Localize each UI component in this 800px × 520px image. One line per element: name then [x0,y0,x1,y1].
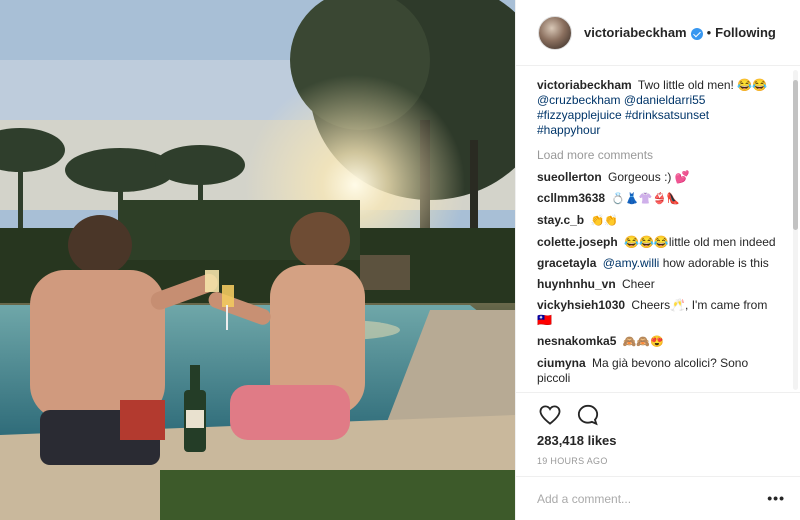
comment-text: 👏👏 [590,215,618,227]
post-header: victoriabeckham • Following [516,0,800,66]
comment-text: Gorgeous :) 💕 [608,170,690,184]
post-photo-illustration [0,0,515,520]
comment-username[interactable]: ciumyna [537,356,586,370]
post-caption: victoriabeckham Two little old men! 😂😂 @… [537,78,777,138]
comment-item: ciumyna Ma già bevono alcolici? Sono pic… [537,356,777,386]
comment-username[interactable]: colette.joseph [537,235,618,249]
speech-bubble-icon [577,404,599,426]
post-author-username[interactable]: victoriabeckham [584,25,687,40]
comments-list: victoriabeckham Two little old men! 😂😂 @… [516,66,793,392]
comments-scrollbar[interactable] [793,70,798,390]
comment-item: vickyhsieh1030 Cheers🥂, I'm came from 🇹🇼 [537,298,777,328]
heart-icon [539,405,561,425]
post-side-panel: victoriabeckham • Following victoriabeck… [515,0,800,520]
post-photo[interactable] [0,0,515,520]
comment-item: stay.c_b 👏👏 [537,213,777,229]
comment-username[interactable]: sueollerton [537,170,602,184]
comment-item: sueollerton Gorgeous :) 💕 [537,170,777,185]
caption-hashtag[interactable]: #happyhour [537,123,600,137]
comment-text: Cheer [622,277,655,291]
caption-text: Two little old men! 😂😂 [637,78,768,92]
comment-text: 🙈🙈😍 [622,336,664,348]
likes-count[interactable]: 283,418 likes [537,433,617,448]
comment-username[interactable]: ccllmm3638 [537,191,605,205]
comment-username[interactable]: nesnakomka5 [537,334,616,348]
comment-text: 😂😂😂little old men indeed [624,235,776,249]
more-options-icon[interactable]: ••• [767,491,785,505]
caption-username[interactable]: victoriabeckham [537,78,632,92]
caption-mention[interactable]: @danieldarri55 [624,93,706,107]
scrollbar-thumb[interactable] [793,80,798,230]
comment-username[interactable]: vickyhsieh1030 [537,298,625,312]
comment-username[interactable]: stay.c_b [537,213,584,227]
comment-item: gracetayla @amy.willi how adorable is th… [537,256,777,271]
add-comment-bar: ••• [516,476,800,520]
comment-item: nesnakomka5 🙈🙈😍 [537,334,777,350]
caption-mention[interactable]: @cruzbeckham [537,93,621,107]
like-button[interactable] [537,402,563,428]
avatar[interactable] [538,15,572,50]
caption-hashtag[interactable]: #drinksatsunset [625,108,709,122]
comment-text: how adorable is this [662,256,769,270]
comment-username[interactable]: gracetayla [537,256,596,270]
comment-username[interactable]: huynhnhu_vn [537,277,616,291]
following-button[interactable]: Following [715,25,776,40]
comment-button[interactable] [575,402,601,428]
post-actions [516,392,800,436]
comment-item: ccllmm3638 💍👗👚👙👠 [537,191,777,207]
load-more-comments-button[interactable]: Load more comments [537,148,793,162]
comment-item: colette.joseph 😂😂😂little old men indeed [537,235,777,250]
post-timestamp: 19 HOURS AGO [537,456,608,466]
separator-dot: • [706,25,712,40]
caption-hashtag[interactable]: #fizzyapplejuice [537,108,622,122]
comment-text: 💍👗👚👙👠 [611,193,680,205]
add-comment-input[interactable] [537,491,757,506]
comment-item: huynhnhu_vn Cheer [537,277,777,292]
comment-mention[interactable]: @amy.willi [603,256,660,270]
verified-badge-icon [690,27,703,40]
